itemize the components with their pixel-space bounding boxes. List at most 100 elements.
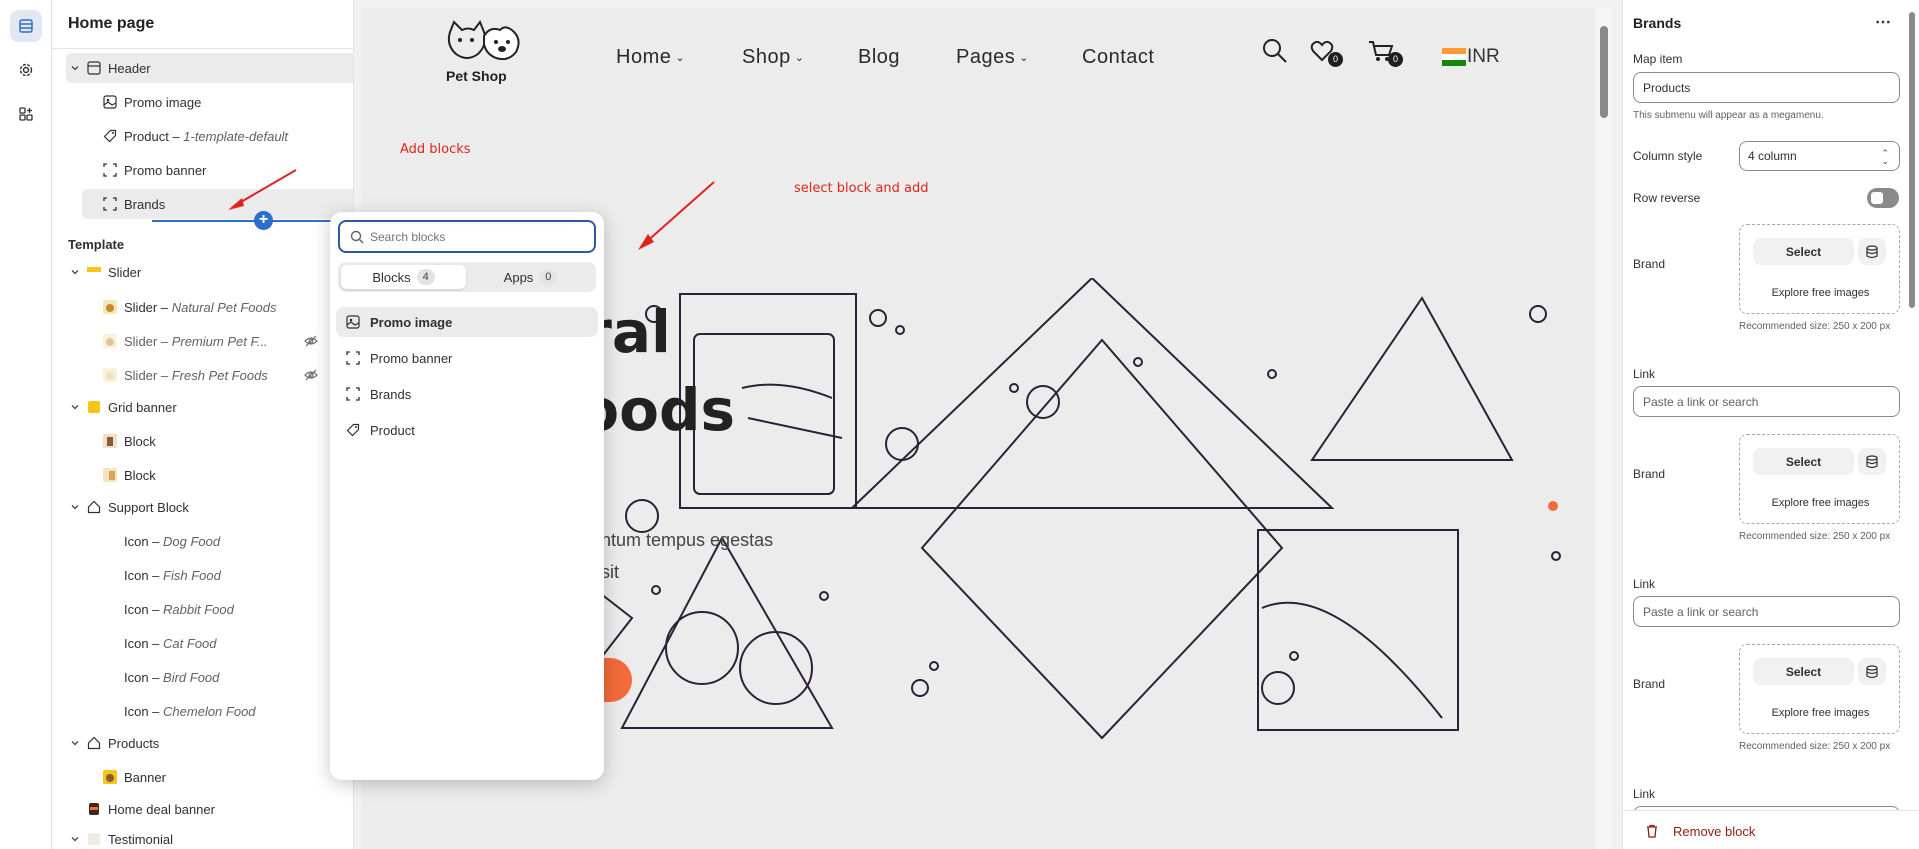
hero-body-line1: mentum tempus egestas xyxy=(576,530,774,550)
row-reverse-toggle[interactable] xyxy=(1867,188,1899,208)
block-option-product[interactable]: Product xyxy=(336,415,598,445)
nav-home[interactable]: Home ⌄ xyxy=(616,46,685,69)
tree-item-home-deal-banner[interactable]: Home deal banner xyxy=(52,794,332,824)
link-field[interactable] xyxy=(1633,386,1900,417)
link-input[interactable] xyxy=(1643,394,1883,409)
link-field[interactable] xyxy=(1633,596,1900,627)
block-option-brands[interactable]: Brands xyxy=(336,379,598,409)
tree-item-promo-image[interactable]: Promo image xyxy=(52,87,332,117)
gear-icon[interactable] xyxy=(10,54,42,86)
tab-apps[interactable]: Apps 0 xyxy=(468,265,593,289)
tree-item-testimonial[interactable]: Testimonial xyxy=(52,824,332,849)
database-icon[interactable] xyxy=(1858,658,1886,685)
tree-item-icon[interactable]: Icon – Cat Food xyxy=(52,628,332,658)
tree-item-icon[interactable]: Icon – Bird Food xyxy=(52,662,332,692)
logo-text: Pet Shop xyxy=(446,68,507,84)
tree-item-icon[interactable]: Icon – Chemelon Food xyxy=(52,696,332,726)
template-heading: Template xyxy=(68,237,125,252)
database-icon[interactable] xyxy=(1858,238,1886,265)
annotation-add-blocks: Add blocks xyxy=(400,142,471,157)
grid-banner-thumb-icon xyxy=(86,399,102,415)
settings-scrollbar-thumb[interactable] xyxy=(1909,12,1915,308)
preview-scrollbar-thumb[interactable] xyxy=(1600,26,1608,118)
tree-item-icon[interactable]: Icon – Fish Food xyxy=(52,560,332,590)
india-flag-icon xyxy=(1442,48,1466,66)
tree-item-block[interactable]: Block xyxy=(52,426,332,456)
select-image-button[interactable]: Select xyxy=(1753,448,1854,475)
block-option-promo-banner[interactable]: Promo banner xyxy=(336,343,598,373)
column-style-select[interactable]: 4 column ⌃ ⌄ xyxy=(1739,141,1900,171)
search-icon[interactable] xyxy=(1262,38,1288,64)
tree-item-products[interactable]: Products xyxy=(52,728,332,758)
left-rail xyxy=(0,0,52,849)
explore-free-images-link[interactable]: Explore free images xyxy=(1740,707,1901,719)
explore-free-images-link[interactable]: Explore free images xyxy=(1740,287,1901,299)
map-item-value: Products xyxy=(1643,80,1691,95)
search-blocks-input[interactable] xyxy=(370,229,570,244)
link-label: Link xyxy=(1633,787,1656,801)
tab-blocks[interactable]: Blocks 4 xyxy=(341,265,466,289)
brand-image-picker: Select Explore free images xyxy=(1739,644,1900,734)
chevron-down-icon[interactable] xyxy=(70,834,80,844)
home-icon xyxy=(86,499,102,515)
tree-item-slider-natural[interactable]: Slider – Natural Pet Foods xyxy=(52,292,332,322)
map-item-help: This submenu will appear as a megamenu. xyxy=(1633,110,1824,121)
tree-item-header[interactable]: Header xyxy=(52,53,332,83)
block-frame-icon xyxy=(102,162,118,178)
eye-hidden-icon[interactable] xyxy=(304,368,318,382)
chevron-down-icon[interactable] xyxy=(70,267,80,277)
tree-item-suffix: Bird Food xyxy=(163,669,220,685)
tree-item-slider-premium[interactable]: Slider – Premium Pet F... xyxy=(52,326,332,356)
map-item-label: Map item xyxy=(1633,52,1683,66)
cart-count-badge: 0 xyxy=(1388,52,1403,67)
recommended-size: Recommended size: 250 x 200 px xyxy=(1739,741,1891,752)
chevron-down-icon[interactable] xyxy=(70,738,80,748)
link-input[interactable] xyxy=(1643,604,1883,619)
block-frame-icon xyxy=(102,196,118,212)
chevron-down-icon[interactable] xyxy=(70,502,80,512)
preview-scrollbar[interactable] xyxy=(1596,8,1612,849)
chevron-down-icon[interactable] xyxy=(70,402,80,412)
tree-item-product[interactable]: Product – 1-template-default xyxy=(52,121,332,151)
image-icon xyxy=(346,315,360,329)
tree-item-icon[interactable]: Icon – Rabbit Food xyxy=(52,594,332,624)
thumbnail-icon xyxy=(102,299,118,315)
tree-item-slider-fresh[interactable]: Slider – Fresh Pet Foods xyxy=(52,360,332,390)
select-image-button[interactable]: Select xyxy=(1753,658,1854,685)
nav-contact[interactable]: Contact xyxy=(1082,46,1154,69)
hero-illustration xyxy=(542,278,1561,740)
nav-contact-label: Contact xyxy=(1082,46,1155,68)
thumbnail-icon xyxy=(102,433,118,449)
sections-icon[interactable] xyxy=(10,10,42,42)
search-blocks-field[interactable] xyxy=(338,220,596,253)
tree-item-label: Promo image xyxy=(124,94,202,110)
thumbnail-icon xyxy=(102,367,118,383)
settings-scrollbar[interactable] xyxy=(1906,0,1918,849)
select-image-button[interactable]: Select xyxy=(1753,238,1854,265)
chevron-down-icon[interactable] xyxy=(70,63,80,73)
explore-free-images-link[interactable]: Explore free images xyxy=(1740,497,1901,509)
column-style-label: Column style xyxy=(1633,149,1703,163)
chevron-down-icon: ⌄ xyxy=(675,52,686,65)
more-options-icon[interactable]: ⋯ xyxy=(1875,12,1892,32)
apps-icon[interactable] xyxy=(10,98,42,130)
tree-item-support-block[interactable]: Support Block xyxy=(52,492,332,522)
map-item-field[interactable]: Products xyxy=(1633,72,1900,103)
database-icon[interactable] xyxy=(1858,448,1886,475)
remove-block-button[interactable]: Remove block xyxy=(1623,810,1919,849)
currency-selector[interactable]: INR xyxy=(1467,46,1500,68)
tree-item-block[interactable]: Block xyxy=(52,460,332,490)
nav-shop[interactable]: Shop ⌄ xyxy=(742,46,804,69)
tree-item-suffix: Fish Food xyxy=(163,567,221,583)
tree-item-banner[interactable]: Banner xyxy=(52,762,332,792)
nav-pages[interactable]: Pages ⌄ xyxy=(956,46,1029,69)
tree-item-label: Brands xyxy=(124,196,166,212)
nav-blog[interactable]: Blog xyxy=(858,46,900,69)
tree-item-icon[interactable]: Icon – Dog Food xyxy=(52,526,332,556)
home-icon xyxy=(86,735,102,751)
block-option-promo-image[interactable]: Promo image xyxy=(336,307,598,337)
tree-item-grid-banner[interactable]: Grid banner xyxy=(52,392,332,422)
column-style-value: 4 column xyxy=(1748,149,1797,163)
tree-item-label: Icon – xyxy=(124,601,164,617)
eye-hidden-icon[interactable] xyxy=(304,334,318,348)
